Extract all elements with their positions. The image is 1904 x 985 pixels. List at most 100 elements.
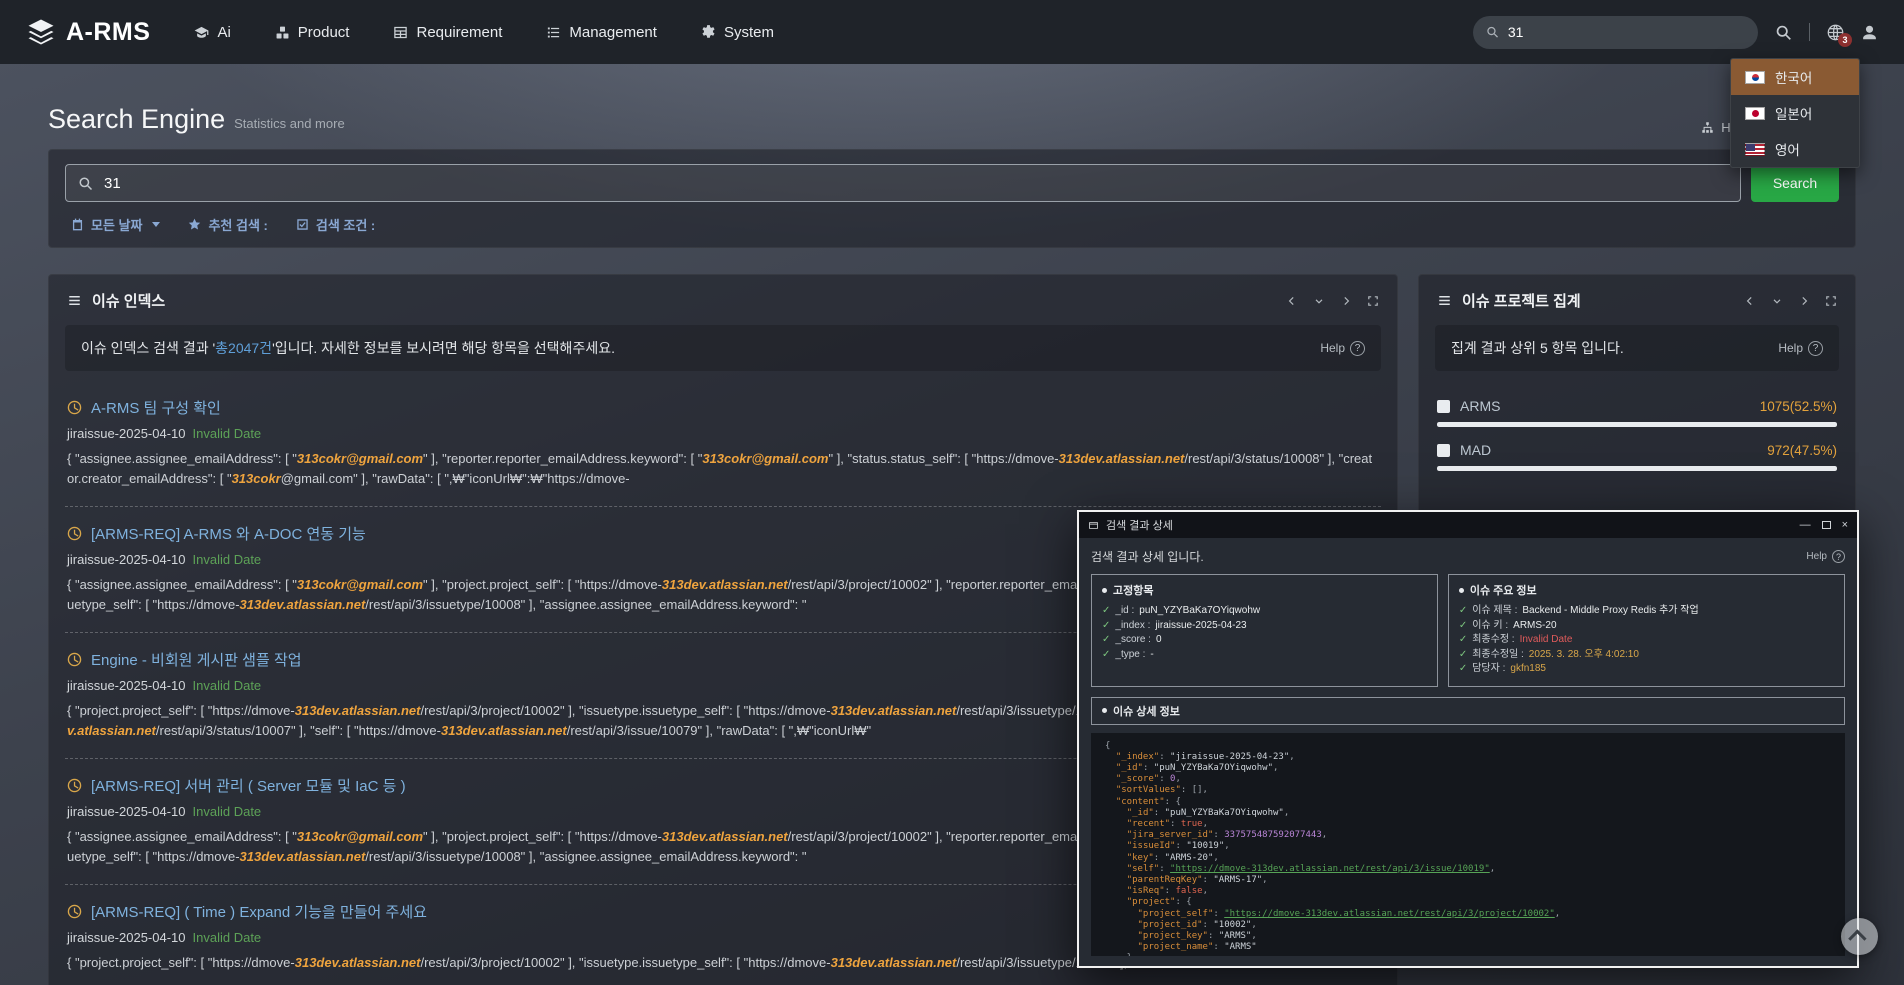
product-icon (275, 25, 290, 40)
check-icon: ✓ (1102, 604, 1110, 619)
help-link[interactable]: Help ? (1778, 341, 1823, 356)
search-button[interactable]: Search (1751, 164, 1839, 202)
chevron-right-icon[interactable] (1340, 295, 1352, 307)
issue-date-note: Invalid Date (193, 552, 262, 567)
lang-label: 한국어 (1775, 67, 1812, 87)
project-name: MAD (1460, 442, 1491, 458)
agg-project-row: MAD 972(47.5%) (1437, 442, 1837, 471)
detail-field: ✓_id :puN_YZYBaKa7OYiqwohw (1102, 604, 1427, 619)
bullet-icon (1102, 708, 1107, 713)
check-icon: ✓ (1459, 648, 1467, 663)
nav-label: Requirement (416, 24, 502, 41)
field-label: _score : (1115, 633, 1151, 648)
issue-title-link[interactable]: [ARMS-REQ] ( Time ) Expand 기능을 만들어 주세요 (91, 901, 427, 922)
page-title: Search EngineStatistics and more (48, 104, 345, 135)
nav-management[interactable]: Management (546, 24, 657, 41)
caret-down-icon (152, 222, 160, 227)
field-value: jiraissue-2025-04-23 (1155, 619, 1246, 634)
json-line: "self": "https://dmove-313dev.atlassian.… (1105, 864, 1831, 875)
navbar-search-input[interactable] (1508, 24, 1745, 40)
project-count: 972(47.5%) (1767, 443, 1837, 458)
chevron-left-icon[interactable] (1744, 295, 1756, 307)
detail-field: ✓이슈 제목 :Backend - Middle Proxy Redis 추가 … (1459, 604, 1834, 619)
management-icon (546, 25, 561, 40)
main-search-field[interactable] (65, 164, 1741, 202)
issue-title-link[interactable]: [ARMS-REQ] 서버 관리 ( Server 모듈 및 IaC 등 ) (91, 775, 406, 796)
chevron-down-icon[interactable] (1771, 295, 1783, 307)
scroll-top-button[interactable] (1841, 918, 1878, 955)
question-icon: ? (1832, 550, 1845, 563)
nav-system[interactable]: System (701, 24, 774, 41)
project-count: 1075(52.5%) (1760, 399, 1837, 414)
user-icon[interactable] (1861, 24, 1878, 41)
issue-date-note: Invalid Date (193, 426, 262, 441)
filter-calendar[interactable]: 모든 날짜 (71, 215, 160, 234)
nav-ai[interactable]: Ai (194, 24, 230, 41)
issue-item[interactable]: A-RMS 팀 구성 확인jiraissue-2025-04-10Invalid… (65, 381, 1381, 506)
nav-product[interactable]: Product (275, 24, 350, 41)
brand-logo-icon (26, 17, 56, 47)
field-value: puN_YZYBaKa7OYiqwohw (1139, 604, 1260, 619)
issue-date-note: Invalid Date (193, 930, 262, 945)
navbar-search-button[interactable] (1775, 24, 1792, 41)
lang-option-kr[interactable]: 한국어 (1731, 59, 1859, 95)
language-globe-icon[interactable]: 3 (1827, 24, 1844, 41)
project-checkbox[interactable] (1437, 444, 1450, 457)
json-line: "content": { (1105, 797, 1831, 808)
clock-icon (67, 400, 82, 415)
chevron-left-icon[interactable] (1286, 295, 1298, 307)
main-search-input[interactable] (104, 175, 1728, 192)
project-name: ARMS (1460, 398, 1500, 414)
field-label: 최종수정 : (1472, 633, 1514, 648)
window-icon (1088, 520, 1099, 531)
check-icon: ✓ (1459, 633, 1467, 648)
minimize-icon[interactable]: — (1800, 520, 1811, 531)
detail-field: ✓_score :0 (1102, 633, 1427, 648)
help-link[interactable]: Help ? (1806, 550, 1845, 563)
issue-title-link[interactable]: A-RMS 팀 구성 확인 (91, 397, 221, 418)
issue-title-link[interactable]: [ARMS-REQ] A-RMS 와 A-DOC 연동 기능 (91, 523, 366, 544)
filter-condition[interactable]: 검색 조건 : (296, 215, 375, 234)
issue-title-link[interactable]: Engine - 비회원 게시판 샘플 작업 (91, 649, 302, 670)
detail-field: ✓_type :- (1102, 648, 1427, 663)
lang-option-us[interactable]: 영어 (1731, 131, 1859, 167)
close-icon[interactable]: × (1842, 520, 1848, 531)
calendar-icon (71, 218, 84, 231)
json-line: "project_self": "https://dmove-313dev.at… (1105, 909, 1831, 920)
check-icon: ✓ (1459, 619, 1467, 634)
filter-recommend[interactable]: 추천 검색 : (188, 215, 267, 234)
box-title: 이슈 주요 정보 (1459, 582, 1834, 598)
expand-icon[interactable] (1367, 295, 1379, 307)
chevron-right-icon[interactable] (1798, 295, 1810, 307)
issue-index-summary: 이슈 인덱스 검색 결과 '총2047건'입니다. 자세한 정보를 보시려면 해… (65, 325, 1381, 371)
lang-option-jp[interactable]: 일본어 (1731, 95, 1859, 131)
navbar-search-field[interactable] (1473, 16, 1758, 49)
issue-date-note: Invalid Date (193, 678, 262, 693)
ai-icon (194, 25, 209, 40)
project-checkbox[interactable] (1437, 400, 1450, 413)
nav-requirement[interactable]: Requirement (393, 24, 502, 41)
chevron-down-icon[interactable] (1313, 295, 1325, 307)
summary-text: 이슈 인덱스 검색 결과 '총2047건'입니다. 자세한 정보를 보시려면 해… (81, 338, 615, 358)
field-value: gkfn185 (1510, 662, 1546, 677)
detail-field: ✓ 최종수정 : Invalid Date (1459, 633, 1834, 648)
sitemap-icon (1701, 121, 1714, 134)
brand[interactable]: A-RMS (26, 17, 150, 47)
json-line: "parentReqKey": "ARMS-17", (1105, 875, 1831, 886)
check-icon: ✓ (1102, 633, 1110, 648)
modal-titlebar[interactable]: 검색 결과 상세 — × (1079, 512, 1857, 538)
project-agg-list: ARMS 1075(52.5%) MAD 972(47.5%) (1419, 381, 1855, 491)
field-value: Invalid Date (1520, 633, 1573, 648)
search-panel: Search 모든 날짜 추천 검색 : 검색 조건 : (48, 149, 1856, 248)
result-count-link[interactable]: 총2047건 (215, 340, 272, 356)
panel-tools (1744, 295, 1837, 307)
json-line: "key": "ARMS-20", (1105, 853, 1831, 864)
expand-icon[interactable] (1825, 295, 1837, 307)
json-line: "project_id": "10002", (1105, 920, 1831, 931)
issue-detail-json[interactable]: { "_index": "jiraissue-2025-04-23", "_id… (1091, 733, 1845, 957)
nav-label: Ai (217, 24, 230, 41)
modal-window-controls: — × (1800, 520, 1848, 531)
recommend-icon (188, 218, 201, 231)
help-link[interactable]: Help ? (1320, 341, 1365, 356)
maximize-icon[interactable] (1822, 521, 1831, 529)
